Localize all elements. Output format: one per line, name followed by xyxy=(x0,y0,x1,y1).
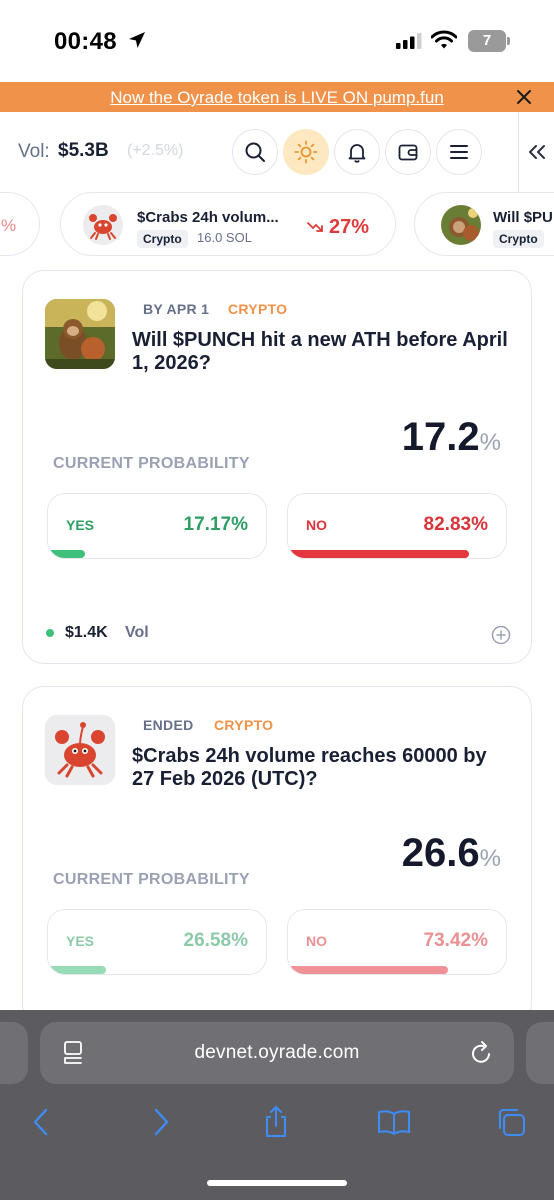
share-button[interactable] xyxy=(256,1102,296,1142)
market-question[interactable]: $Crabs 24h volume reaches 60000 by 27 Fe… xyxy=(132,745,512,791)
address-bar[interactable]: devnet.oyrade.com xyxy=(40,1022,514,1084)
yes-label: YES xyxy=(66,933,95,949)
location-arrow-icon xyxy=(129,32,145,48)
close-icon[interactable] xyxy=(514,87,534,107)
chevron-left-icon xyxy=(33,1108,48,1136)
status-bar: 00:48 7 xyxy=(0,0,554,82)
back-button[interactable] xyxy=(21,1102,61,1142)
market-volume: $1.4K xyxy=(65,624,108,641)
yes-percentage: 26.58% xyxy=(183,930,248,951)
battery-indicator: 7 xyxy=(468,30,510,52)
market-card[interactable]: ENDED CRYPTO $Crabs 24h volume reaches 6… xyxy=(22,686,532,1026)
market-ticker: % $Crabs 24h volum... Crypto 16.0 SOL 27… xyxy=(0,190,554,260)
market-date: ENDED xyxy=(143,717,194,733)
double-chevron-left-icon xyxy=(528,145,545,159)
cellular-signal-icon xyxy=(396,33,422,49)
probability-label: CURRENT PROBABILITY xyxy=(53,871,250,888)
theme-toggle-button[interactable] xyxy=(283,129,329,175)
search-button[interactable] xyxy=(232,129,278,175)
search-icon xyxy=(245,142,265,162)
probability-value: 17.2% xyxy=(402,415,501,460)
tabs-button[interactable] xyxy=(491,1102,531,1142)
book-icon xyxy=(378,1110,410,1135)
trend-down-icon xyxy=(307,222,323,232)
collapse-panel-button[interactable] xyxy=(518,112,554,192)
ticker-category: Crypto xyxy=(137,230,188,248)
market-category: CRYPTO xyxy=(228,301,288,317)
probability-unit: % xyxy=(479,845,501,872)
no-outcome-button[interactable]: NO 73.42% xyxy=(287,909,507,975)
tabs-icon xyxy=(499,1109,525,1136)
forward-button[interactable] xyxy=(141,1102,181,1142)
probability-number: 26.6 xyxy=(401,831,480,875)
home-indicator xyxy=(207,1180,347,1186)
ticker-category: Crypto xyxy=(493,230,544,248)
banner-link[interactable]: Now the Oyrade token is LIVE ON pump.fun xyxy=(0,88,554,108)
volume-label: Vol: xyxy=(18,141,50,162)
next-tab-pill[interactable] xyxy=(526,1022,554,1084)
crab-avatar xyxy=(83,205,123,245)
monkey-avatar xyxy=(441,205,481,245)
market-question[interactable]: Will $PUNCH hit a new ATH before April 1… xyxy=(132,329,512,375)
ticker-title: Will $PU xyxy=(493,209,553,226)
reload-icon[interactable] xyxy=(470,1040,494,1066)
probability-number: 17.2 xyxy=(401,415,480,459)
ticker-change: 27% xyxy=(329,216,370,238)
ticker-item-crabs[interactable]: $Crabs 24h volum... Crypto 16.0 SOL 27% xyxy=(60,192,396,256)
notifications-button[interactable] xyxy=(334,129,380,175)
market-image xyxy=(45,299,115,369)
bookmarks-button[interactable] xyxy=(374,1102,414,1142)
no-probability-bar xyxy=(288,550,469,558)
ticker-sol: 16.0 SOL xyxy=(197,230,252,245)
ticker-change: % xyxy=(1,216,17,235)
yes-probability-bar xyxy=(48,966,106,974)
url-text: devnet.oyrade.com xyxy=(194,1042,360,1063)
wifi-icon xyxy=(431,30,457,49)
bell-icon xyxy=(348,144,366,163)
market-card[interactable]: BY APR 1 CRYPTO Will $PUNCH hit a new AT… xyxy=(22,270,532,664)
wallet-button[interactable] xyxy=(385,129,431,175)
volume-change: (+2.5%) xyxy=(127,142,184,159)
ticker-item-partial-left[interactable]: % xyxy=(0,192,40,256)
sun-icon xyxy=(294,140,318,164)
share-icon xyxy=(266,1106,286,1137)
market-image xyxy=(45,715,115,785)
no-percentage: 82.83% xyxy=(423,514,488,535)
market-date: BY APR 1 xyxy=(143,301,210,317)
status-time: 00:48 xyxy=(54,28,117,55)
battery-level: 7 xyxy=(468,30,506,52)
probability-label: CURRENT PROBABILITY xyxy=(53,455,250,472)
wallet-icon xyxy=(398,144,418,161)
volume-value: $5.3B xyxy=(58,140,109,161)
no-label: NO xyxy=(306,517,327,533)
market-category: CRYPTO xyxy=(214,717,274,733)
add-circle-icon[interactable] xyxy=(491,625,511,645)
browser-toolbar: devnet.oyrade.com xyxy=(0,1010,554,1200)
battery-tip xyxy=(507,37,510,45)
menu-button[interactable] xyxy=(436,129,482,175)
no-probability-bar xyxy=(288,966,449,974)
market-volume-label: Vol xyxy=(125,624,149,641)
live-dot xyxy=(46,629,54,637)
probability-unit: % xyxy=(479,429,501,456)
no-label: NO xyxy=(306,933,327,949)
yes-label: YES xyxy=(66,517,95,533)
yes-outcome-button[interactable]: YES 17.17% xyxy=(47,493,267,559)
yes-outcome-button[interactable]: YES 26.58% xyxy=(47,909,267,975)
ticker-title: $Crabs 24h volum... xyxy=(137,209,279,226)
yes-probability-bar xyxy=(48,550,86,558)
ticker-item-punch[interactable]: Will $PU Crypto xyxy=(414,192,554,256)
no-outcome-button[interactable]: NO 82.83% xyxy=(287,493,507,559)
chevron-right-icon xyxy=(154,1108,169,1136)
no-percentage: 73.42% xyxy=(423,930,488,951)
previous-tab-pill[interactable] xyxy=(0,1022,28,1084)
hamburger-menu-icon xyxy=(450,145,468,159)
yes-percentage: 17.17% xyxy=(183,514,248,535)
announcement-banner: Now the Oyrade token is LIVE ON pump.fun xyxy=(0,82,554,112)
app-header: Vol: $5.3B (+2.5%) xyxy=(0,112,554,192)
probability-value: 26.6% xyxy=(402,831,501,876)
